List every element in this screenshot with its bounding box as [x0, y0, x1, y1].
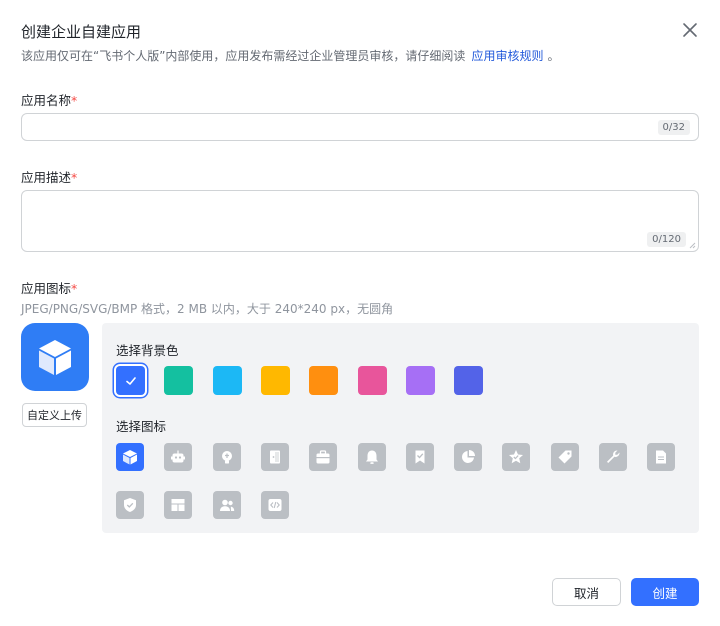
rules-link[interactable]: 应用审核规则: [471, 49, 543, 63]
tag-icon[interactable]: [550, 443, 579, 471]
color-swatch[interactable]: [116, 366, 145, 395]
dialog-title: 创建企业自建应用: [21, 23, 142, 41]
app-icon-preview: [21, 323, 89, 391]
pie-chart-icon[interactable]: [454, 443, 483, 471]
cancel-button[interactable]: 取消: [552, 578, 621, 606]
color-swatch[interactable]: [260, 366, 290, 395]
document-icon[interactable]: [647, 443, 676, 471]
color-swatch[interactable]: [309, 366, 339, 395]
wrench-icon[interactable]: [599, 443, 627, 471]
name-label-text: 应用名称: [21, 93, 72, 108]
icon-label-text: 应用图标: [21, 281, 72, 296]
cube-icon: [39, 340, 71, 375]
desc-counter: 0/120: [647, 232, 686, 247]
subtitle-end: 。: [547, 49, 560, 63]
door-icon[interactable]: [260, 443, 289, 471]
icon-select-label: 选择图标: [116, 419, 167, 434]
create-button[interactable]: 创建: [631, 578, 699, 606]
cube-icon[interactable]: [116, 443, 144, 471]
required-mark: *: [71, 281, 78, 296]
subtitle-text: 该应用仅可在“飞书个人版”内部使用，应用发布需经过企业管理员审核，请仔细阅读: [21, 49, 466, 63]
color-swatch[interactable]: [454, 366, 484, 395]
star-icon[interactable]: [502, 443, 531, 471]
shield-check-icon[interactable]: [116, 491, 144, 519]
color-swatch[interactable]: [212, 366, 242, 395]
bookmark-icon[interactable]: [405, 443, 434, 471]
bell-icon[interactable]: [357, 443, 386, 471]
desc-label: 应用描述*: [21, 167, 77, 186]
bulb-icon[interactable]: [212, 443, 241, 471]
required-mark: *: [71, 170, 78, 185]
color-swatch[interactable]: [357, 366, 387, 395]
color-swatch[interactable]: [405, 366, 435, 395]
layout-icon[interactable]: [164, 491, 193, 519]
code-icon[interactable]: [260, 491, 289, 519]
check-icon: [116, 366, 145, 395]
bg-color-label: 选择背景色: [116, 343, 179, 358]
icon-label: 应用图标*: [21, 278, 77, 297]
custom-upload-button[interactable]: 自定义上传: [22, 403, 87, 427]
robot-icon[interactable]: [164, 443, 193, 471]
color-swatch[interactable]: [164, 366, 194, 395]
icon-hint: JPEG/PNG/SVG/BMP 格式，2 MB 以内，大于 240*240 p…: [21, 302, 394, 316]
users-icon[interactable]: [212, 491, 241, 519]
create-app-dialog: 创建企业自建应用 该应用仅可在“飞书个人版”内部使用，应用发布需经过企业管理员审…: [0, 0, 720, 626]
name-label: 应用名称*: [21, 90, 77, 109]
desc-label-text: 应用描述: [21, 170, 72, 185]
resize-handle-icon[interactable]: [689, 242, 696, 249]
dialog-subtitle: 该应用仅可在“飞书个人版”内部使用，应用发布需经过企业管理员审核，请仔细阅读 应用…: [21, 47, 559, 64]
name-input[interactable]: 0/32: [21, 113, 699, 141]
required-mark: *: [71, 93, 78, 108]
name-counter: 0/32: [657, 120, 690, 135]
toolbox-icon[interactable]: [309, 443, 338, 471]
desc-textarea[interactable]: 0/120: [21, 190, 699, 252]
close-icon[interactable]: [681, 21, 699, 39]
